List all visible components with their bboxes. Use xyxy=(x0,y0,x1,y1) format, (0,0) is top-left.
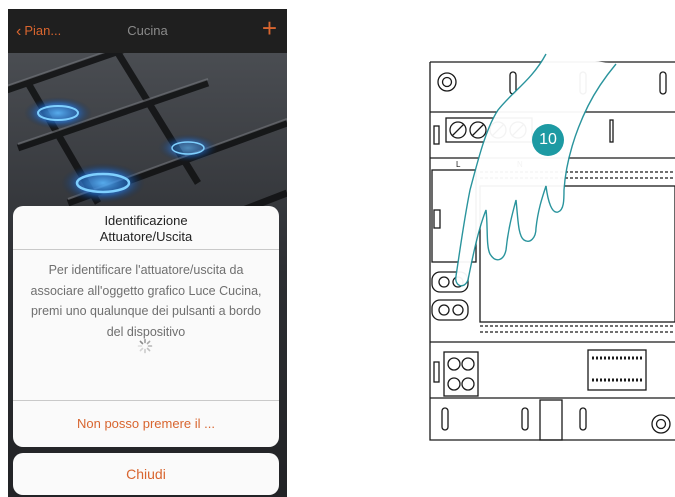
dialog-title-line-2: Attuatore/Uscita xyxy=(99,229,193,244)
step-number-badge: 10 xyxy=(532,124,564,156)
spinner-icon xyxy=(137,338,153,354)
phone-screen: ‹ Pian... Cucina + Identificazione Attua… xyxy=(8,9,287,497)
top-navigation-bar: ‹ Pian... Cucina + xyxy=(8,9,287,53)
page-title: Cucina xyxy=(127,23,168,38)
actuator-device-illustration: L N xyxy=(420,50,675,450)
close-button[interactable]: Chiudi xyxy=(13,453,279,495)
dialog-message: Per identificare l'attuatore/uscita da a… xyxy=(30,263,262,339)
identification-dialog: Identificazione Attuatore/Uscita Per ide… xyxy=(13,206,279,447)
plus-icon[interactable]: + xyxy=(262,13,277,44)
cannot-press-button[interactable]: Non posso premere il ... xyxy=(13,400,279,447)
terminal-label-l: L xyxy=(456,160,461,169)
dialog-title: Identificazione Attuatore/Uscita xyxy=(13,213,279,245)
dialog-divider xyxy=(13,249,279,250)
dialog-title-line-1: Identificazione xyxy=(104,213,188,228)
